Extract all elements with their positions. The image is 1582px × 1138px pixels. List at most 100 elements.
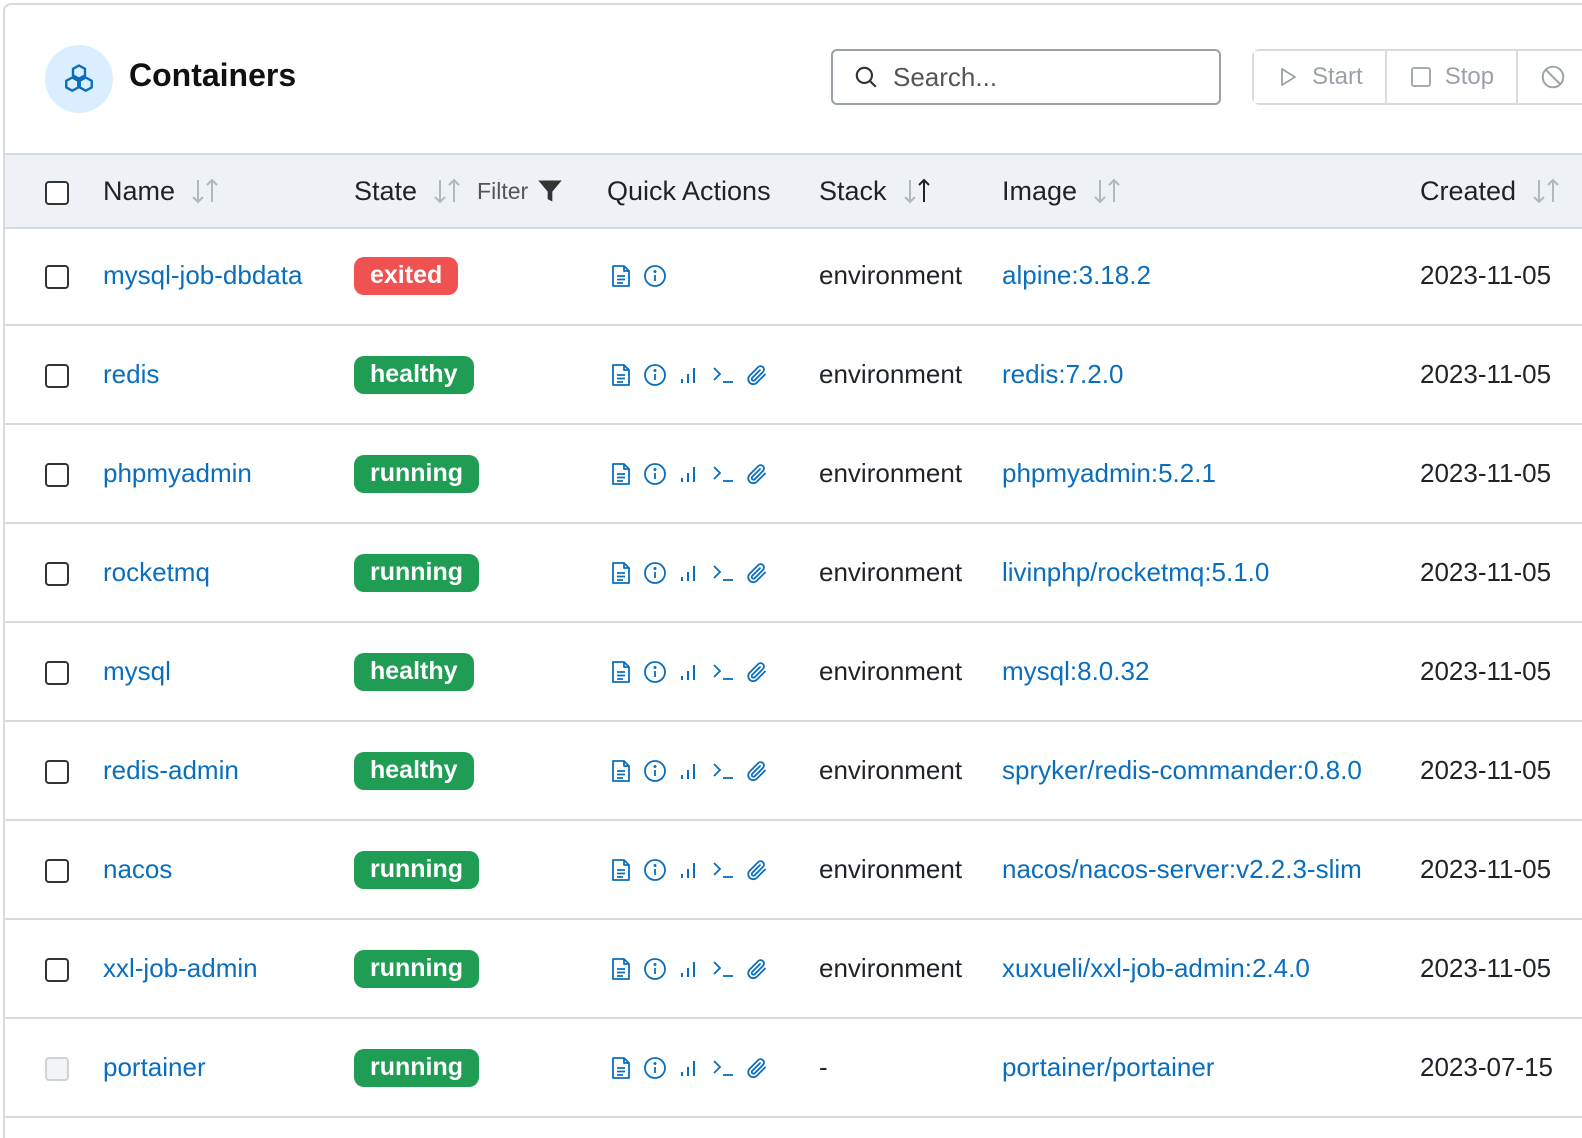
stats-icon[interactable] [677,957,701,981]
row-checkbox[interactable] [45,661,69,685]
column-stack[interactable]: Stack [819,155,933,227]
inspect-icon[interactable] [643,660,667,684]
console-icon[interactable] [711,957,735,981]
image-link[interactable]: redis:7.2.0 [1002,326,1123,423]
created-value: 2023-11-05 [1420,359,1552,389]
stats-icon[interactable] [677,759,701,783]
logs-icon[interactable] [609,858,633,882]
inspect-icon[interactable] [643,1056,667,1080]
stats-icon[interactable] [677,660,701,684]
sort-icon[interactable] [189,176,221,206]
row-checkbox[interactable] [45,562,69,586]
logs-icon[interactable] [609,1056,633,1080]
row-checkbox[interactable] [45,1057,69,1081]
table-row: rocketmq running environment livinphp/ro… [5,524,1582,623]
stats-icon[interactable] [677,1056,701,1080]
image-link[interactable]: phpmyadmin:5.2.1 [1002,425,1216,522]
search-box[interactable] [831,49,1221,105]
inspect-icon[interactable] [643,858,667,882]
attach-icon[interactable] [745,1056,769,1080]
stats-icon[interactable] [677,363,701,387]
sort-ascending-icon[interactable] [901,176,933,206]
stats-icon[interactable] [677,858,701,882]
stop-button[interactable]: Stop [1386,51,1519,103]
attach-icon[interactable] [745,462,769,486]
search-icon [853,63,881,91]
image-link[interactable]: nacos/nacos-server:v2.2.3-slim [1002,821,1362,918]
logs-icon[interactable] [609,363,633,387]
select-all-checkbox[interactable] [45,181,69,205]
image-link[interactable]: spryker/redis-commander:0.8.0 [1002,722,1362,819]
column-state[interactable]: State Filter [354,155,564,227]
container-name-link[interactable]: rocketmq [103,524,210,621]
stack-value: environment [819,953,963,983]
container-name-link[interactable]: phpmyadmin [103,425,252,522]
status-cell: running [354,425,480,522]
sort-icon[interactable] [431,176,463,206]
image-link[interactable]: mysql:8.0.32 [1002,623,1149,720]
container-name-link[interactable]: portainer [103,1019,206,1116]
stop-square-icon [1410,67,1431,87]
console-icon[interactable] [711,462,735,486]
container-name-link[interactable]: nacos [103,821,172,918]
row-checkbox[interactable] [45,265,69,289]
state-filter-label[interactable]: Filter [477,178,528,205]
row-checkbox[interactable] [45,859,69,883]
quick-actions [609,326,769,423]
console-icon[interactable] [711,561,735,585]
inspect-icon[interactable] [643,462,667,486]
container-name-link[interactable]: redis-admin [103,722,239,819]
inspect-icon[interactable] [643,957,667,981]
image-link[interactable]: alpine:3.18.2 [1002,227,1151,324]
image-link[interactable]: livinphp/rocketmq:5.1.0 [1002,524,1269,621]
search-input[interactable] [891,60,1215,94]
column-name[interactable]: Name [103,155,221,227]
inspect-icon[interactable] [643,561,667,585]
attach-icon[interactable] [745,363,769,387]
column-created[interactable]: Created [1420,155,1562,227]
logs-icon[interactable] [609,759,633,783]
container-name-link[interactable]: mysql-job-dbdata [103,227,302,324]
logs-icon[interactable] [609,660,633,684]
row-checkbox[interactable] [45,760,69,784]
attach-icon[interactable] [745,561,769,585]
kill-button[interactable] [1518,51,1582,103]
status-badge: running [354,949,480,988]
attach-icon[interactable] [745,858,769,882]
row-checkbox[interactable] [45,364,69,388]
row-checkbox[interactable] [45,958,69,982]
sort-icon[interactable] [1530,176,1562,206]
created-value: 2023-11-05 [1420,260,1552,290]
container-name-link[interactable]: mysql [103,623,171,720]
console-icon[interactable] [711,363,735,387]
inspect-icon[interactable] [643,363,667,387]
container-name-link[interactable]: redis [103,326,159,423]
logs-icon[interactable] [609,264,633,288]
inspect-icon[interactable] [643,759,667,783]
column-image[interactable]: Image [1002,155,1123,227]
row-checkbox[interactable] [45,463,69,487]
column-created-label: Created [1420,175,1517,206]
image-link[interactable]: portainer/portainer [1002,1019,1214,1116]
console-icon[interactable] [711,660,735,684]
status-cell: running [354,920,480,1017]
attach-icon[interactable] [745,759,769,783]
logs-icon[interactable] [609,462,633,486]
table-row: phpmyadmin running environment phpmyadmi… [5,425,1582,524]
console-icon[interactable] [711,858,735,882]
inspect-icon[interactable] [643,264,667,288]
attach-icon[interactable] [745,957,769,981]
stats-icon[interactable] [677,462,701,486]
logs-icon[interactable] [609,561,633,585]
sort-icon[interactable] [1091,176,1123,206]
console-icon[interactable] [711,1056,735,1080]
status-badge: running [354,454,480,493]
image-link[interactable]: xuxueli/xxl-job-admin:2.4.0 [1002,920,1310,1017]
filter-icon[interactable] [536,177,564,205]
stats-icon[interactable] [677,561,701,585]
logs-icon[interactable] [609,957,633,981]
attach-icon[interactable] [745,660,769,684]
console-icon[interactable] [711,759,735,783]
start-button[interactable]: Start [1254,51,1387,103]
container-name-link[interactable]: xxl-job-admin [103,920,258,1017]
